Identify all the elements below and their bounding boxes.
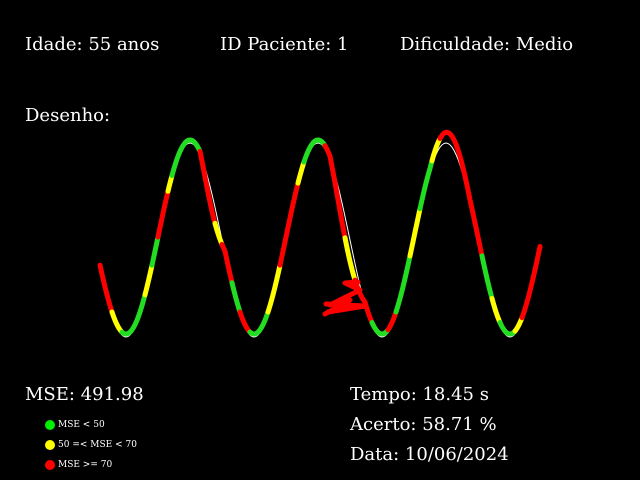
date-value: Data: 10/06/2024 bbox=[350, 444, 509, 465]
trace-segment bbox=[247, 309, 271, 337]
legend-label-medium: 50 =< MSE < 70 bbox=[58, 440, 137, 450]
trace-segment bbox=[407, 206, 423, 259]
trace-segment bbox=[295, 159, 307, 186]
reference-line bbox=[99, 142, 541, 338]
trace-segment bbox=[219, 241, 235, 286]
trace-segment bbox=[497, 320, 518, 337]
trace-segment bbox=[229, 280, 243, 315]
trace-segment bbox=[109, 309, 125, 335]
trace-segment bbox=[417, 158, 435, 212]
mse-value: MSE: 491.98 bbox=[25, 384, 144, 405]
trace-segment bbox=[301, 137, 328, 165]
drawing-canvas bbox=[97, 129, 543, 338]
trace-segment bbox=[519, 244, 543, 321]
trace-segment bbox=[369, 320, 391, 337]
trace-segment bbox=[197, 149, 218, 226]
trace-segment bbox=[393, 253, 413, 315]
trace-segment bbox=[385, 309, 399, 333]
trace-segment bbox=[149, 234, 161, 268]
legend-dot-good bbox=[45, 420, 55, 430]
trace-segment bbox=[265, 262, 283, 315]
trace-segment bbox=[155, 188, 171, 240]
trace-segment bbox=[479, 253, 495, 301]
patient-trace bbox=[97, 129, 543, 337]
trace-segment bbox=[489, 296, 503, 325]
accuracy-value: Acerto: 58.71 % bbox=[350, 414, 497, 435]
trace-segment bbox=[237, 309, 253, 335]
trace-segment bbox=[142, 262, 155, 298]
legend-label-bad: MSE >= 70 bbox=[58, 460, 113, 470]
trace-segment bbox=[437, 129, 485, 259]
trace-segment bbox=[322, 143, 348, 241]
legend-dot-bad bbox=[45, 460, 55, 470]
time-value: Tempo: 18.45 s bbox=[350, 384, 489, 405]
trace-segment bbox=[97, 262, 115, 315]
trace-segment bbox=[169, 137, 203, 178]
legend-dot-medium bbox=[45, 440, 55, 450]
trace-segment bbox=[277, 180, 301, 268]
trace-segment bbox=[119, 292, 148, 337]
reference-curve bbox=[99, 142, 541, 338]
legend-label-good: MSE < 50 bbox=[58, 420, 105, 430]
trace-scribble bbox=[322, 279, 368, 317]
